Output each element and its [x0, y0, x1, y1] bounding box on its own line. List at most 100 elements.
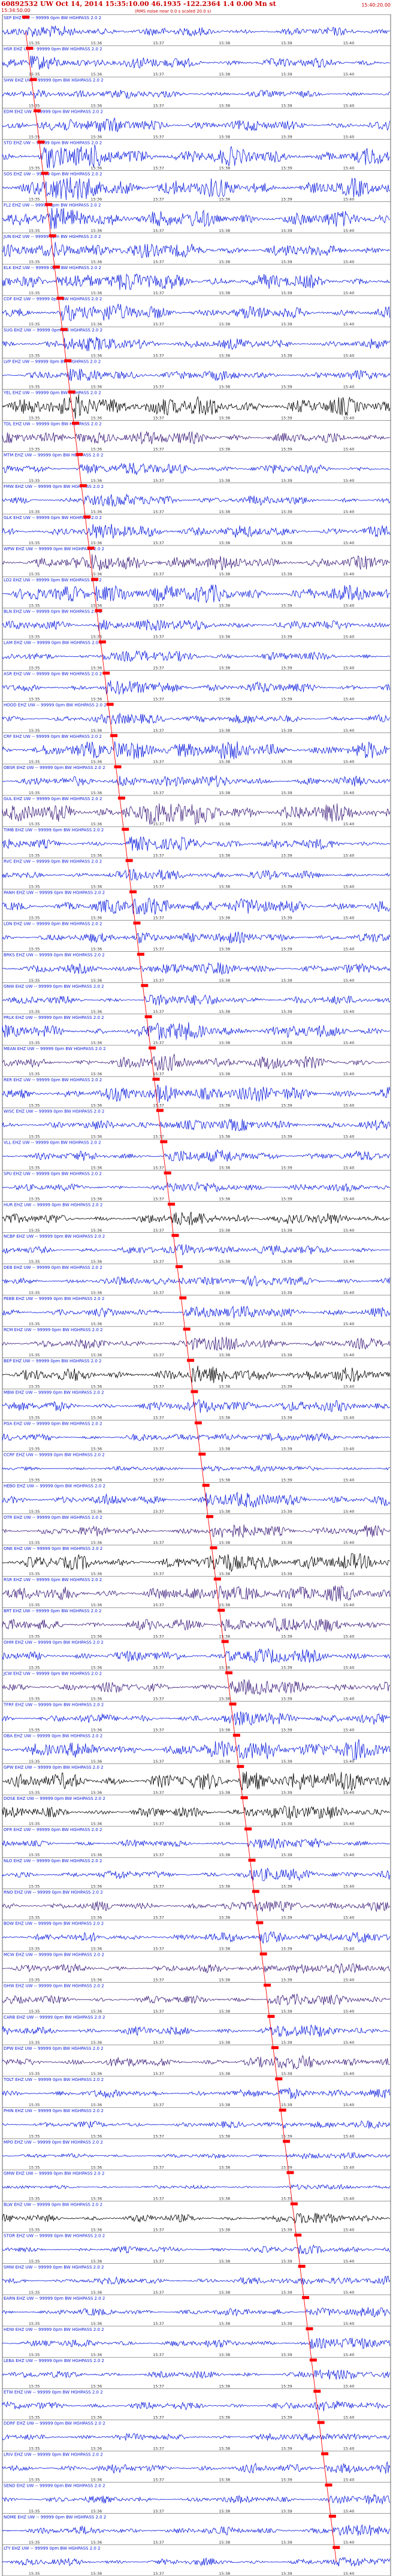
tick-label: 15:38 [219, 2384, 230, 2388]
pick-marker [217, 1609, 225, 1612]
tick-label: 15:35 [29, 166, 40, 171]
tick-label: 15:37 [153, 103, 164, 108]
tick-label: 15:37 [153, 41, 164, 46]
tick-label: 15:38 [219, 728, 230, 733]
waveform [2, 1931, 391, 1944]
tick-label: 15:38 [219, 1665, 230, 1670]
tick-label: 15:36 [91, 1197, 102, 1202]
tick-label: 15:35 [29, 1009, 40, 1014]
tick-label: 15:35 [29, 1166, 40, 1171]
tick-label: 15:39 [281, 728, 292, 733]
trace-label: BEP EHZ UW -- 99999 0pm BW HGHPASS 2.0 2 [4, 1359, 102, 1364]
tick-label: 15:38 [219, 353, 230, 358]
tick-label: 15:39 [281, 1978, 292, 1983]
tick-label: 15:35 [29, 728, 40, 733]
tick-label: 15:35 [29, 1509, 40, 1514]
tick-label: 15:35 [29, 1259, 40, 1264]
trace-8: ELK EHZ UW -- 99999 0pm BW HGHPASS 2.0 2… [2, 264, 391, 295]
tick-label: 15:38 [219, 2415, 230, 2420]
tick-label: 15:38 [219, 260, 230, 264]
pick-marker [26, 47, 34, 50]
pick-marker [79, 484, 87, 487]
waveform [2, 2433, 391, 2442]
tick-label: 15:38 [219, 1509, 230, 1514]
tick-label: 15:38 [219, 2197, 230, 2201]
waveform [2, 2120, 391, 2129]
tick-label: 15:38 [219, 1134, 230, 1139]
trace-label: VLL EHZ UW -- 99999 0pm BW HGHPASS 2.0 2 [4, 1140, 101, 1145]
tick-label: 15:37 [153, 2540, 164, 2545]
waveform [2, 2400, 390, 2412]
tick-label: 15:35 [29, 2384, 40, 2388]
trace-label: GMW EHZ UW -- 99999 0pm BW HGHPASS 2.0 2 [4, 2171, 104, 2176]
trace-1: HSR EHZ UW -- 99999 0pm BW HGHPASS 2.0 2… [2, 45, 391, 77]
waveform [2, 177, 390, 200]
tick-label: 15:40 [343, 2009, 355, 2014]
trace-48: OTR EHZ UW -- 99999 0pm BW HGHPASS 2.0 2… [2, 1513, 391, 1545]
tick-label: 15:38 [219, 853, 230, 858]
tick-label: 15:37 [153, 1509, 164, 1514]
tick-label: 15:39 [281, 1853, 292, 1857]
trace-label: SPU EHZ UW -- 99999 0pm BW HGHPASS 2.0 2 [4, 1172, 102, 1177]
tick-label: 15:40 [343, 2571, 355, 2576]
tick-label: 15:38 [219, 72, 230, 77]
tick-label: 15:40 [343, 603, 355, 608]
tick-label: 15:38 [219, 1978, 230, 1983]
trace-label: DDRF EHZ UW -- 99999 0pm BW HGHPASS 2.0 … [4, 2421, 105, 2426]
tick-label: 15:36 [91, 1853, 102, 1857]
tick-label: 15:39 [281, 2040, 292, 2045]
tick-label: 15:38 [219, 322, 230, 327]
tick-label: 15:40 [343, 728, 355, 733]
pick-marker [91, 578, 99, 581]
tick-label: 15:36 [91, 166, 102, 171]
tick-label: 15:36 [91, 1634, 102, 1639]
tick-label: 15:40 [343, 72, 355, 77]
tick-label: 15:37 [153, 1853, 164, 1857]
trace-label: RCM EHZ UW -- 99999 0pm BW HGHPASS 2.0 2 [4, 1328, 103, 1332]
tick-label: 15:36 [91, 2290, 102, 2295]
tick-label: 15:37 [153, 2103, 164, 2107]
trace-28: PANH EHZ UW -- 99999 0pm BW HGHPASS 2.0 … [2, 889, 391, 921]
tick-label: 15:39 [281, 2571, 292, 2576]
tick-label: 15:40 [343, 103, 355, 108]
tick-label: 15:35 [29, 853, 40, 858]
trace-62: MCW EHZ UW -- 99999 0pm BW HGHPASS 2.0 2… [2, 1951, 391, 1983]
pick-marker [187, 1359, 195, 1362]
seismogram-plot: SEP EHZ UW -- 99999 0pm BW HGHPASS 2.0 2… [2, 14, 391, 2576]
waveform [2, 1901, 391, 1913]
waveform [2, 650, 391, 662]
tick-label: 15:38 [219, 759, 230, 764]
tick-label: 15:35 [29, 1821, 40, 1826]
trace-35: WISC EHZ UW -- 99999 0pm BW HGHPASS 2.0 … [2, 1108, 391, 1139]
waveform [2, 2213, 391, 2224]
tick-label: 15:40 [343, 822, 355, 827]
trace-label: OBSR EHZ UW -- 99999 0pm BW HGHPASS 2.0 … [4, 765, 105, 770]
tick-label: 15:36 [91, 1978, 102, 1983]
tick-label: 15:39 [281, 1478, 292, 1483]
tick-label: 15:38 [219, 2540, 230, 2545]
tick-label: 15:40 [343, 1040, 355, 1045]
tick-label: 15:40 [343, 260, 355, 264]
tick-label: 15:40 [343, 322, 355, 327]
trace-label: NLO EHZ UW -- 99999 0pm BW HGHPASS 2.0 2 [4, 1859, 102, 1863]
start-time-label: 15:34:50.00 [1, 8, 31, 13]
pick-marker [267, 2014, 275, 2018]
tick-label: 15:39 [281, 260, 292, 264]
tick-label: 15:35 [29, 1790, 40, 1795]
tick-label: 15:36 [91, 1228, 102, 1233]
tick-label: 15:40 [343, 1853, 355, 1857]
tick-label: 15:36 [91, 2415, 102, 2420]
tick-label: 15:37 [153, 166, 164, 171]
tick-label: 15:35 [29, 1353, 40, 1358]
tick-label: 15:40 [343, 134, 355, 139]
trace-label: LAM EHZ UW -- 99999 0pm BW HGHPASS 2.0 2 [4, 640, 102, 645]
tick-label: 15:36 [91, 1665, 102, 1670]
tick-label: 15:37 [153, 666, 164, 671]
tick-label: 15:40 [343, 666, 355, 671]
tick-label: 15:36 [91, 1103, 102, 1108]
trace-23: CRF EHZ UW -- 99999 0pm BW HGHPASS 2.0 2… [2, 732, 391, 764]
tick-label: 15:39 [281, 947, 292, 952]
waveform [2, 2461, 391, 2474]
tick-label: 15:37 [153, 2352, 164, 2357]
tick-label: 15:38 [219, 1884, 230, 1889]
